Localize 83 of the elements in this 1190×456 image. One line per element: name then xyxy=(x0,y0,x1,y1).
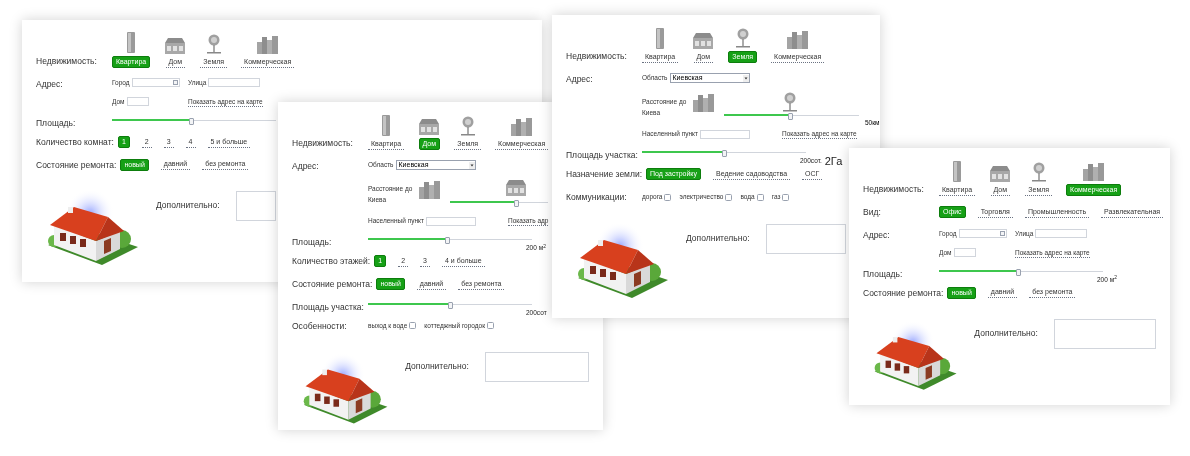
field-label: Адрес: xyxy=(292,160,320,173)
house-icon xyxy=(692,32,715,49)
text-input[interactable] xyxy=(131,78,180,88)
tower-icon xyxy=(382,115,391,136)
checkbox[interactable] xyxy=(782,193,790,201)
checkbox[interactable] xyxy=(664,193,672,201)
text-input[interactable] xyxy=(699,129,750,139)
tree-icon xyxy=(1030,162,1047,182)
field-label: Дополнительно: xyxy=(686,231,750,245)
checkbox[interactable] xyxy=(409,322,417,330)
picker-icon[interactable] xyxy=(172,80,178,86)
slider-track[interactable] xyxy=(368,300,532,309)
text-input[interactable] xyxy=(126,97,149,107)
comment-textarea[interactable] xyxy=(235,191,276,222)
field-label: Недвижимость: xyxy=(292,137,354,150)
field-label: Назначение земли: xyxy=(566,168,643,181)
slider-thumb[interactable] xyxy=(513,200,519,207)
buildings-icon xyxy=(692,93,716,112)
tower-icon xyxy=(953,161,962,182)
slider-thumb[interactable] xyxy=(444,237,450,244)
field-label: Количество комнат: xyxy=(36,135,114,149)
house-icon xyxy=(504,179,527,196)
tree-icon xyxy=(205,34,222,54)
text-input[interactable] xyxy=(953,248,976,257)
field-label: Адрес: xyxy=(863,228,891,242)
house-icon xyxy=(418,118,441,135)
slider-track[interactable] xyxy=(112,116,276,125)
tree-icon xyxy=(734,28,751,48)
field-label: Площадь участка: xyxy=(292,300,364,314)
buildings-icon xyxy=(509,117,534,136)
caret-icon xyxy=(468,161,475,169)
field-label: Состояние ремонта: xyxy=(292,277,373,291)
slider-thumb[interactable] xyxy=(788,113,794,120)
slider-thumb[interactable] xyxy=(722,150,727,157)
field-label: Площадь: xyxy=(863,267,904,281)
field-label: Количество этажей: xyxy=(292,255,371,268)
text-input[interactable] xyxy=(425,216,476,226)
tower-icon xyxy=(656,28,665,49)
buildings-icon xyxy=(255,35,280,54)
slider-track[interactable] xyxy=(724,112,859,120)
comment-textarea[interactable] xyxy=(765,223,846,254)
total-area: 2Га xyxy=(824,153,843,170)
picker-icon[interactable] xyxy=(999,231,1005,237)
caret-icon xyxy=(742,74,749,82)
house-icon xyxy=(164,37,187,54)
comment-textarea[interactable] xyxy=(1053,319,1156,350)
slider-track[interactable] xyxy=(450,199,548,207)
buildings-icon xyxy=(785,30,810,49)
text-input[interactable] xyxy=(958,229,1007,239)
field-label: Недвижимость: xyxy=(566,50,628,63)
slider-track[interactable] xyxy=(368,236,532,244)
field-label: Коммуникации: xyxy=(566,190,628,204)
tree-icon xyxy=(782,92,799,112)
field-label: Дополнительно: xyxy=(156,199,220,212)
comment-textarea[interactable] xyxy=(484,352,589,383)
slider-thumb[interactable] xyxy=(188,117,194,125)
field-label: Площадь: xyxy=(292,236,333,249)
text-input[interactable] xyxy=(208,78,261,88)
field-label: Дополнительно: xyxy=(974,327,1038,340)
field-label: Площадь: xyxy=(36,116,77,130)
slider-thumb[interactable] xyxy=(1015,268,1021,276)
slider-track[interactable] xyxy=(642,149,806,157)
checkbox[interactable] xyxy=(487,322,495,330)
buildings-icon xyxy=(418,180,442,199)
slider-thumb[interactable] xyxy=(448,301,453,309)
field-label: Адрес: xyxy=(36,78,64,91)
tree-icon xyxy=(459,116,476,136)
field-label: Вид: xyxy=(863,206,882,219)
tower-icon xyxy=(127,32,136,53)
checkbox[interactable] xyxy=(756,193,764,201)
house-icon xyxy=(989,165,1012,182)
field-label: Площадь участка: xyxy=(566,149,638,162)
field-label: Состояние ремонта: xyxy=(863,286,944,300)
field-label: Недвижимость: xyxy=(36,55,98,68)
field-label: Состояние ремонта: xyxy=(36,158,117,172)
field-label: Адрес: xyxy=(566,73,594,86)
buildings-icon xyxy=(1081,162,1106,181)
checkbox[interactable] xyxy=(725,193,733,201)
field-label: Дополнительно: xyxy=(405,360,469,373)
slider-track[interactable] xyxy=(939,267,1103,276)
text-input[interactable] xyxy=(1035,229,1088,239)
field-label: Недвижимость: xyxy=(863,183,925,196)
field-label: Особенности: xyxy=(292,319,348,333)
